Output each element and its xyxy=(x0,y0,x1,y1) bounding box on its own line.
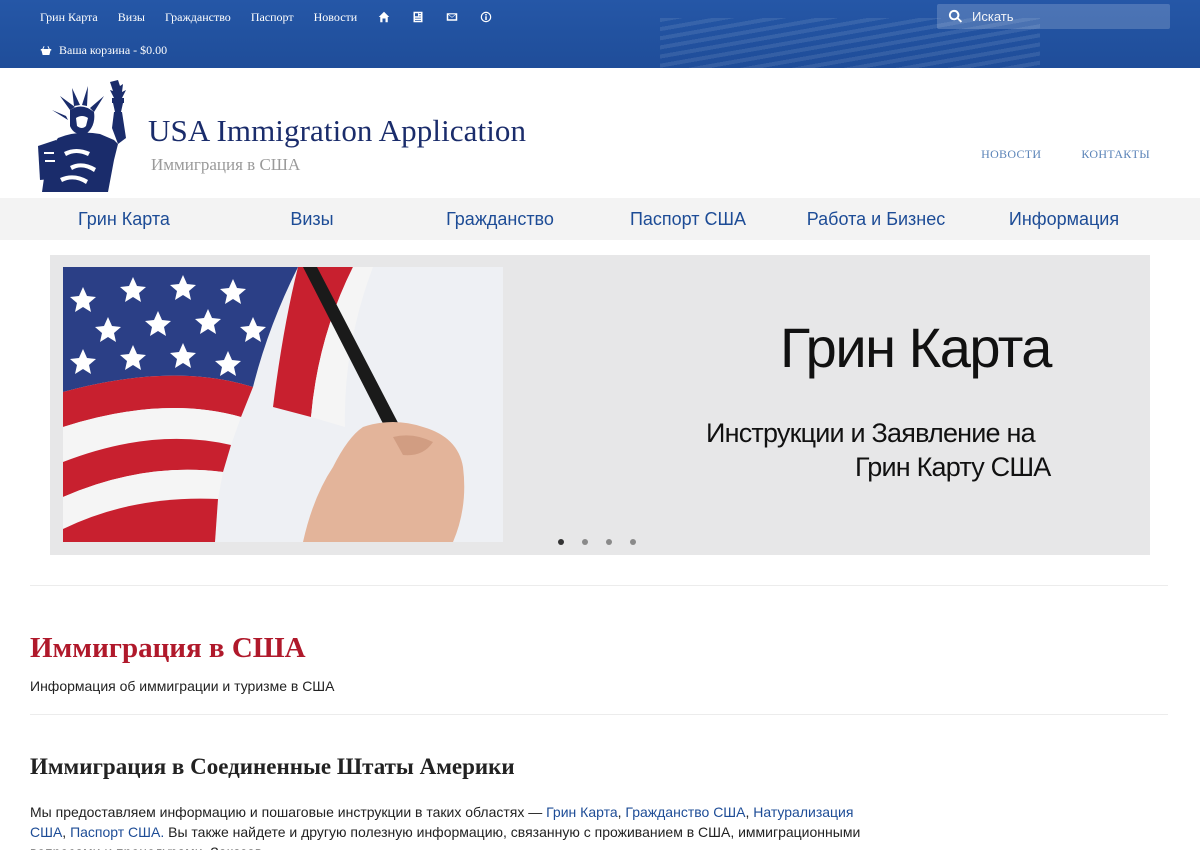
main-nav-green-card[interactable]: Грин Карта xyxy=(30,198,218,240)
main-nav-work-business[interactable]: Работа и Бизнес xyxy=(782,198,970,240)
page-title: Иммиграция в США xyxy=(30,632,306,664)
mail-icon[interactable] xyxy=(445,10,459,24)
slider-dot-1[interactable] xyxy=(558,539,564,545)
slider-dot-3[interactable] xyxy=(606,539,612,545)
search-input[interactable] xyxy=(972,9,1162,24)
info-icon[interactable] xyxy=(479,10,493,24)
link-green-card[interactable]: Грин Карта xyxy=(546,804,617,820)
basket-icon xyxy=(40,46,52,55)
slide-title: Грин Карта xyxy=(780,316,1052,379)
main-nav-information[interactable]: Информация xyxy=(970,198,1158,240)
top-nav-news[interactable]: Новости xyxy=(314,10,358,25)
slide-caption-line-2: Грин Карту США xyxy=(855,452,1051,482)
cart-link[interactable]: Ваша корзина - $0.00 xyxy=(40,43,167,58)
main-nav: Грин Карта Визы Гражданство Паспорт США … xyxy=(0,198,1200,240)
divider xyxy=(30,714,1168,715)
main-nav-citizenship[interactable]: Гражданство xyxy=(406,198,594,240)
site-title[interactable]: USA Immigration Application xyxy=(148,113,526,149)
top-bar: Грин Карта Визы Гражданство Паспорт Ново… xyxy=(0,0,1200,68)
slide-caption-line-1: Инструкции и Заявление на xyxy=(706,418,1036,448)
page-subtitle: Информация об иммиграции и туризме в США xyxy=(30,678,335,694)
slider-dot-2[interactable] xyxy=(582,539,588,545)
cart-label: Ваша корзина - $0.00 xyxy=(59,43,168,57)
home-icon[interactable] xyxy=(377,10,391,24)
document-icon[interactable] xyxy=(411,10,425,24)
header-link-news[interactable]: НОВОСТИ xyxy=(981,147,1041,162)
top-nav-visas[interactable]: Визы xyxy=(118,10,145,25)
hero-slider[interactable]: Грин Карта Инструкции и Заявление на Гри… xyxy=(50,255,1150,555)
slider-dot-4[interactable] xyxy=(630,539,636,545)
main-nav-passport[interactable]: Паспорт США xyxy=(594,198,782,240)
top-nav-green-card[interactable]: Грин Карта xyxy=(40,10,98,25)
search-box[interactable] xyxy=(937,4,1170,29)
site-subtitle: Иммиграция в США xyxy=(151,155,301,174)
intro-paragraph: Мы предоставляем информацию и пошаговые … xyxy=(30,802,870,850)
header-link-contacts[interactable]: КОНТАКТЫ xyxy=(1081,147,1150,162)
main-nav-visas[interactable]: Визы xyxy=(218,198,406,240)
header-links: НОВОСТИ КОНТАКТЫ xyxy=(941,147,1150,162)
top-nav-passport[interactable]: Паспорт xyxy=(251,10,294,25)
link-citizenship[interactable]: Гражданство США xyxy=(625,804,745,820)
paragraph-text: Мы предоставляем информацию и пошаговые … xyxy=(30,804,547,820)
slide-image-flag xyxy=(63,267,503,542)
divider xyxy=(30,585,1168,586)
top-nav-citizenship[interactable]: Гражданство xyxy=(165,10,231,25)
top-nav: Грин Карта Визы Гражданство Паспорт Ново… xyxy=(40,9,513,25)
statue-of-liberty-logo[interactable] xyxy=(30,80,138,192)
search-icon xyxy=(948,9,963,23)
slider-dots xyxy=(558,539,654,545)
section-title: Иммиграция в Соединенные Штаты Америки xyxy=(30,754,515,779)
link-passport[interactable]: Паспорт США. xyxy=(70,824,164,840)
